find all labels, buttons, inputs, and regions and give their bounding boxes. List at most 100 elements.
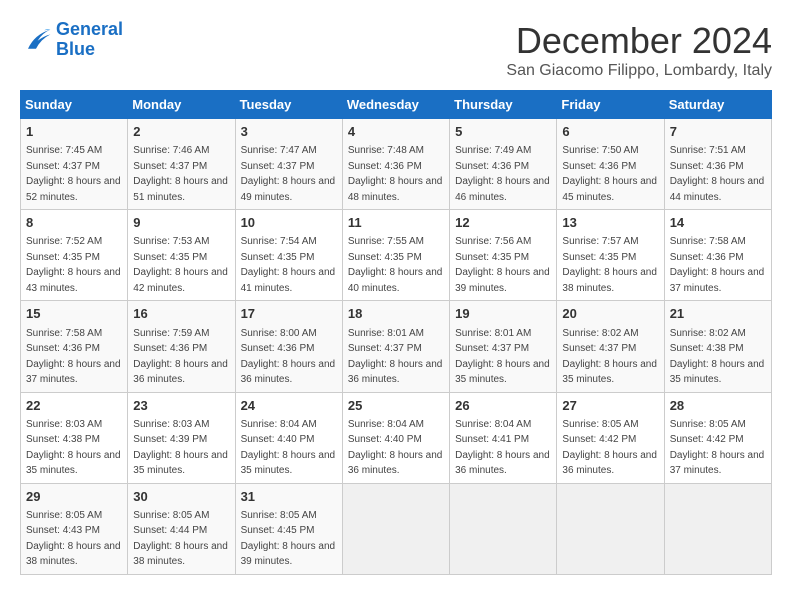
logo-text-line1: General: [56, 20, 123, 40]
calendar-cell: 11 Sunrise: 7:55 AMSunset: 4:35 PMDayligh…: [342, 210, 449, 301]
calendar-cell: 27Sunrise: 8:05 AMSunset: 4:42 PMDayligh…: [557, 392, 664, 483]
day-number: 5: [455, 123, 551, 141]
day-number: 21: [670, 305, 766, 323]
calendar-cell: 28 Sunrise: 8:05 AMSunset: 4:42 PMDayligh…: [664, 392, 771, 483]
day-number: 28: [670, 397, 766, 415]
title-area: December 2024 San Giacomo Filippo, Lomba…: [506, 20, 772, 80]
day-info: Sunrise: 7:52 AMSunset: 4:35 PMDaylight:…: [26, 236, 121, 294]
day-number: 16: [133, 305, 229, 323]
logo: General Blue: [20, 20, 123, 60]
weekday-header-tuesday: Tuesday: [235, 91, 342, 119]
day-info: Sunrise: 8:05 AMSunset: 4:44 PMDaylight:…: [133, 510, 228, 568]
calendar-cell: 1 Sunrise: 7:45 AMSunset: 4:37 PMDaylight…: [21, 119, 128, 210]
day-info: Sunrise: 8:05 AMSunset: 4:45 PMDaylight:…: [241, 510, 336, 568]
day-number: 12: [455, 214, 551, 232]
calendar-cell: 4 Sunrise: 7:48 AMSunset: 4:36 PMDaylight…: [342, 119, 449, 210]
calendar-cell: 5 Sunrise: 7:49 AMSunset: 4:36 PMDaylight…: [450, 119, 557, 210]
calendar-cell: 19Sunrise: 8:01 AMSunset: 4:37 PMDayligh…: [450, 301, 557, 392]
calendar-cell: 24 Sunrise: 8:04 AMSunset: 4:40 PMDayligh…: [235, 392, 342, 483]
calendar-body: 1 Sunrise: 7:45 AMSunset: 4:37 PMDaylight…: [21, 119, 772, 575]
calendar-cell: 18 Sunrise: 8:01 AMSunset: 4:37 PMDayligh…: [342, 301, 449, 392]
day-number: 20: [562, 305, 658, 323]
calendar-cell: 30 Sunrise: 8:05 AMSunset: 4:44 PMDayligh…: [128, 483, 235, 574]
day-number: 19: [455, 305, 551, 323]
day-number: 10: [241, 214, 337, 232]
calendar-cell: 17 Sunrise: 8:00 AMSunset: 4:36 PMDayligh…: [235, 301, 342, 392]
day-info: Sunrise: 8:05 AMSunset: 4:43 PMDaylight:…: [26, 510, 121, 568]
day-info: Sunrise: 7:58 AMSunset: 4:36 PMDaylight:…: [26, 328, 121, 386]
day-number: 4: [348, 123, 444, 141]
calendar-cell: 8 Sunrise: 7:52 AMSunset: 4:35 PMDaylight…: [21, 210, 128, 301]
calendar-cell: 12 Sunrise: 7:56 AMSunset: 4:35 PMDayligh…: [450, 210, 557, 301]
day-info: Sunrise: 7:47 AMSunset: 4:37 PMDaylight:…: [241, 145, 336, 203]
day-number: 14: [670, 214, 766, 232]
weekday-header-friday: Friday: [557, 91, 664, 119]
calendar-table: SundayMondayTuesdayWednesdayThursdayFrid…: [20, 90, 772, 575]
weekday-header-sunday: Sunday: [21, 91, 128, 119]
calendar-cell: 14Sunrise: 7:58 AMSunset: 4:36 PMDayligh…: [664, 210, 771, 301]
day-info: Sunrise: 7:48 AMSunset: 4:36 PMDaylight:…: [348, 145, 443, 203]
page-header: General Blue December 2024 San Giacomo F…: [20, 20, 772, 80]
day-number: 11: [348, 214, 444, 232]
day-number: 24: [241, 397, 337, 415]
day-info: Sunrise: 7:45 AMSunset: 4:37 PMDaylight:…: [26, 145, 121, 203]
day-info: Sunrise: 7:50 AMSunset: 4:36 PMDaylight:…: [562, 145, 657, 203]
month-title: December 2024: [506, 20, 772, 62]
day-number: 31: [241, 488, 337, 506]
day-number: 17: [241, 305, 337, 323]
day-number: 30: [133, 488, 229, 506]
day-number: 18: [348, 305, 444, 323]
day-info: Sunrise: 8:00 AMSunset: 4:36 PMDaylight:…: [241, 328, 336, 386]
day-info: Sunrise: 8:04 AMSunset: 4:40 PMDaylight:…: [241, 419, 336, 477]
calendar-cell: 23 Sunrise: 8:03 AMSunset: 4:39 PMDayligh…: [128, 392, 235, 483]
calendar-cell: 6Sunrise: 7:50 AMSunset: 4:36 PMDaylight…: [557, 119, 664, 210]
calendar-cell: [664, 483, 771, 574]
day-number: 26: [455, 397, 551, 415]
day-info: Sunrise: 7:59 AMSunset: 4:36 PMDaylight:…: [133, 328, 228, 386]
weekday-header-saturday: Saturday: [664, 91, 771, 119]
day-number: 25: [348, 397, 444, 415]
day-number: 23: [133, 397, 229, 415]
day-number: 9: [133, 214, 229, 232]
day-number: 8: [26, 214, 122, 232]
day-number: 7: [670, 123, 766, 141]
weekday-header-wednesday: Wednesday: [342, 91, 449, 119]
calendar-cell: 13Sunrise: 7:57 AMSunset: 4:35 PMDayligh…: [557, 210, 664, 301]
day-number: 3: [241, 123, 337, 141]
day-info: Sunrise: 7:56 AMSunset: 4:35 PMDaylight:…: [455, 236, 550, 294]
calendar-cell: 3 Sunrise: 7:47 AMSunset: 4:37 PMDaylight…: [235, 119, 342, 210]
logo-icon: [20, 26, 52, 54]
day-info: Sunrise: 8:04 AMSunset: 4:40 PMDaylight:…: [348, 419, 443, 477]
day-info: Sunrise: 7:49 AMSunset: 4:36 PMDaylight:…: [455, 145, 550, 203]
day-number: 15: [26, 305, 122, 323]
day-info: Sunrise: 8:03 AMSunset: 4:38 PMDaylight:…: [26, 419, 121, 477]
day-info: Sunrise: 7:54 AMSunset: 4:35 PMDaylight:…: [241, 236, 336, 294]
day-info: Sunrise: 7:53 AMSunset: 4:35 PMDaylight:…: [133, 236, 228, 294]
calendar-cell: 26 Sunrise: 8:04 AMSunset: 4:41 PMDayligh…: [450, 392, 557, 483]
day-info: Sunrise: 8:05 AMSunset: 4:42 PMDaylight:…: [670, 419, 765, 477]
calendar-cell: 25 Sunrise: 8:04 AMSunset: 4:40 PMDayligh…: [342, 392, 449, 483]
calendar-cell: 2Sunrise: 7:46 AMSunset: 4:37 PMDaylight…: [128, 119, 235, 210]
day-info: Sunrise: 8:04 AMSunset: 4:41 PMDaylight:…: [455, 419, 550, 477]
calendar-cell: 15 Sunrise: 7:58 AMSunset: 4:36 PMDayligh…: [21, 301, 128, 392]
calendar-week-row: 15 Sunrise: 7:58 AMSunset: 4:36 PMDayligh…: [21, 301, 772, 392]
calendar-cell: 16 Sunrise: 7:59 AMSunset: 4:36 PMDayligh…: [128, 301, 235, 392]
calendar-week-row: 29Sunrise: 8:05 AMSunset: 4:43 PMDayligh…: [21, 483, 772, 574]
calendar-cell: 9 Sunrise: 7:53 AMSunset: 4:35 PMDaylight…: [128, 210, 235, 301]
calendar-cell: 7 Sunrise: 7:51 AMSunset: 4:36 PMDaylight…: [664, 119, 771, 210]
day-info: Sunrise: 7:51 AMSunset: 4:36 PMDaylight:…: [670, 145, 765, 203]
calendar-week-row: 8 Sunrise: 7:52 AMSunset: 4:35 PMDaylight…: [21, 210, 772, 301]
day-info: Sunrise: 8:02 AMSunset: 4:37 PMDaylight:…: [562, 328, 657, 386]
day-info: Sunrise: 8:03 AMSunset: 4:39 PMDaylight:…: [133, 419, 228, 477]
day-info: Sunrise: 8:01 AMSunset: 4:37 PMDaylight:…: [348, 328, 443, 386]
calendar-cell: [557, 483, 664, 574]
day-info: Sunrise: 7:55 AMSunset: 4:35 PMDaylight:…: [348, 236, 443, 294]
logo-text-line2: Blue: [56, 40, 123, 60]
day-info: Sunrise: 7:57 AMSunset: 4:35 PMDaylight:…: [562, 236, 657, 294]
calendar-cell: 21Sunrise: 8:02 AMSunset: 4:38 PMDayligh…: [664, 301, 771, 392]
day-number: 1: [26, 123, 122, 141]
calendar-header: SundayMondayTuesdayWednesdayThursdayFrid…: [21, 91, 772, 119]
day-number: 2: [133, 123, 229, 141]
calendar-cell: 22Sunrise: 8:03 AMSunset: 4:38 PMDayligh…: [21, 392, 128, 483]
weekday-header-thursday: Thursday: [450, 91, 557, 119]
